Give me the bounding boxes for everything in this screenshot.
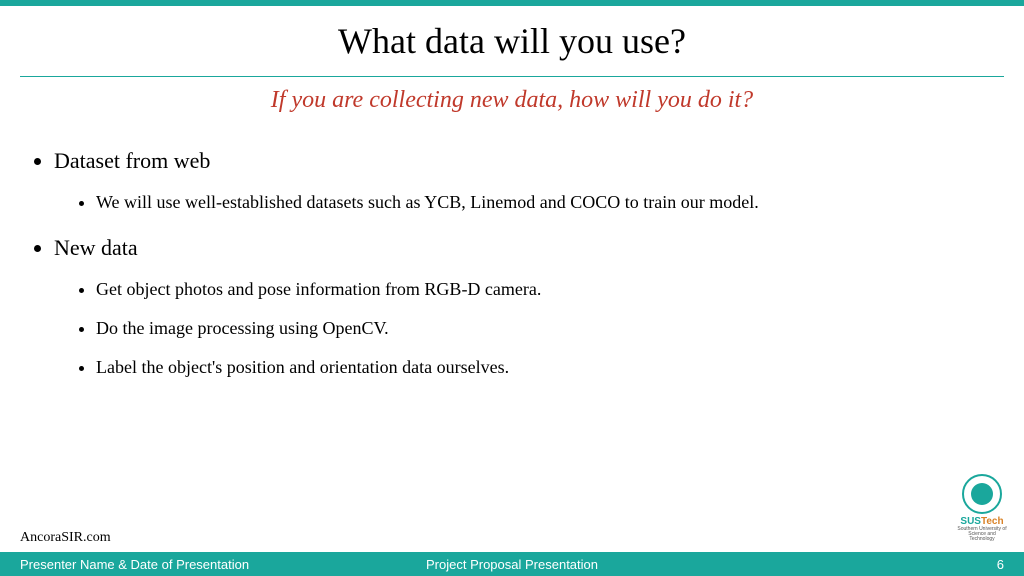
- site-url: AncoraSIR.com: [20, 530, 111, 546]
- slide-subtitle: If you are collecting new data, how will…: [0, 87, 1024, 114]
- bullet-item: New data Get object photos and pose info…: [54, 235, 992, 378]
- slide: What data will you use? If you are colle…: [0, 0, 1024, 576]
- bullet-item: Dataset from web We will use well-establ…: [54, 148, 992, 213]
- sub-bullet-item: Get object photos and pose information f…: [96, 279, 992, 300]
- content-area: Dataset from web We will use well-establ…: [32, 148, 992, 378]
- bullet-text: New data: [54, 235, 138, 260]
- sub-bullet-item: Do the image processing using OpenCV.: [96, 318, 992, 339]
- seal-icon: [962, 474, 1002, 514]
- bullet-text: Dataset from web: [54, 148, 210, 173]
- sub-bullet-list: Get object photos and pose information f…: [54, 279, 992, 378]
- bullet-list: Dataset from web We will use well-establ…: [32, 148, 992, 378]
- footer-center: Project Proposal Presentation: [426, 557, 598, 572]
- title-divider: [20, 76, 1004, 77]
- sub-bullet-list: We will use well-established datasets su…: [54, 192, 992, 213]
- slide-title: What data will you use?: [0, 20, 1024, 62]
- logo-subtext: Southern University of Science and Techn…: [956, 527, 1008, 542]
- footer-bar: Presenter Name & Date of Presentation Pr…: [0, 552, 1024, 576]
- institution-logo: SUSTech Southern University of Science a…: [956, 474, 1008, 542]
- sub-bullet-item: We will use well-established datasets su…: [96, 192, 992, 213]
- sub-bullet-item: Label the object's position and orientat…: [96, 357, 992, 378]
- seal-inner-icon: [971, 483, 993, 505]
- footer-left: Presenter Name & Date of Presentation: [20, 557, 249, 572]
- top-accent-bar: [0, 0, 1024, 6]
- footer-page-number: 6: [997, 557, 1004, 572]
